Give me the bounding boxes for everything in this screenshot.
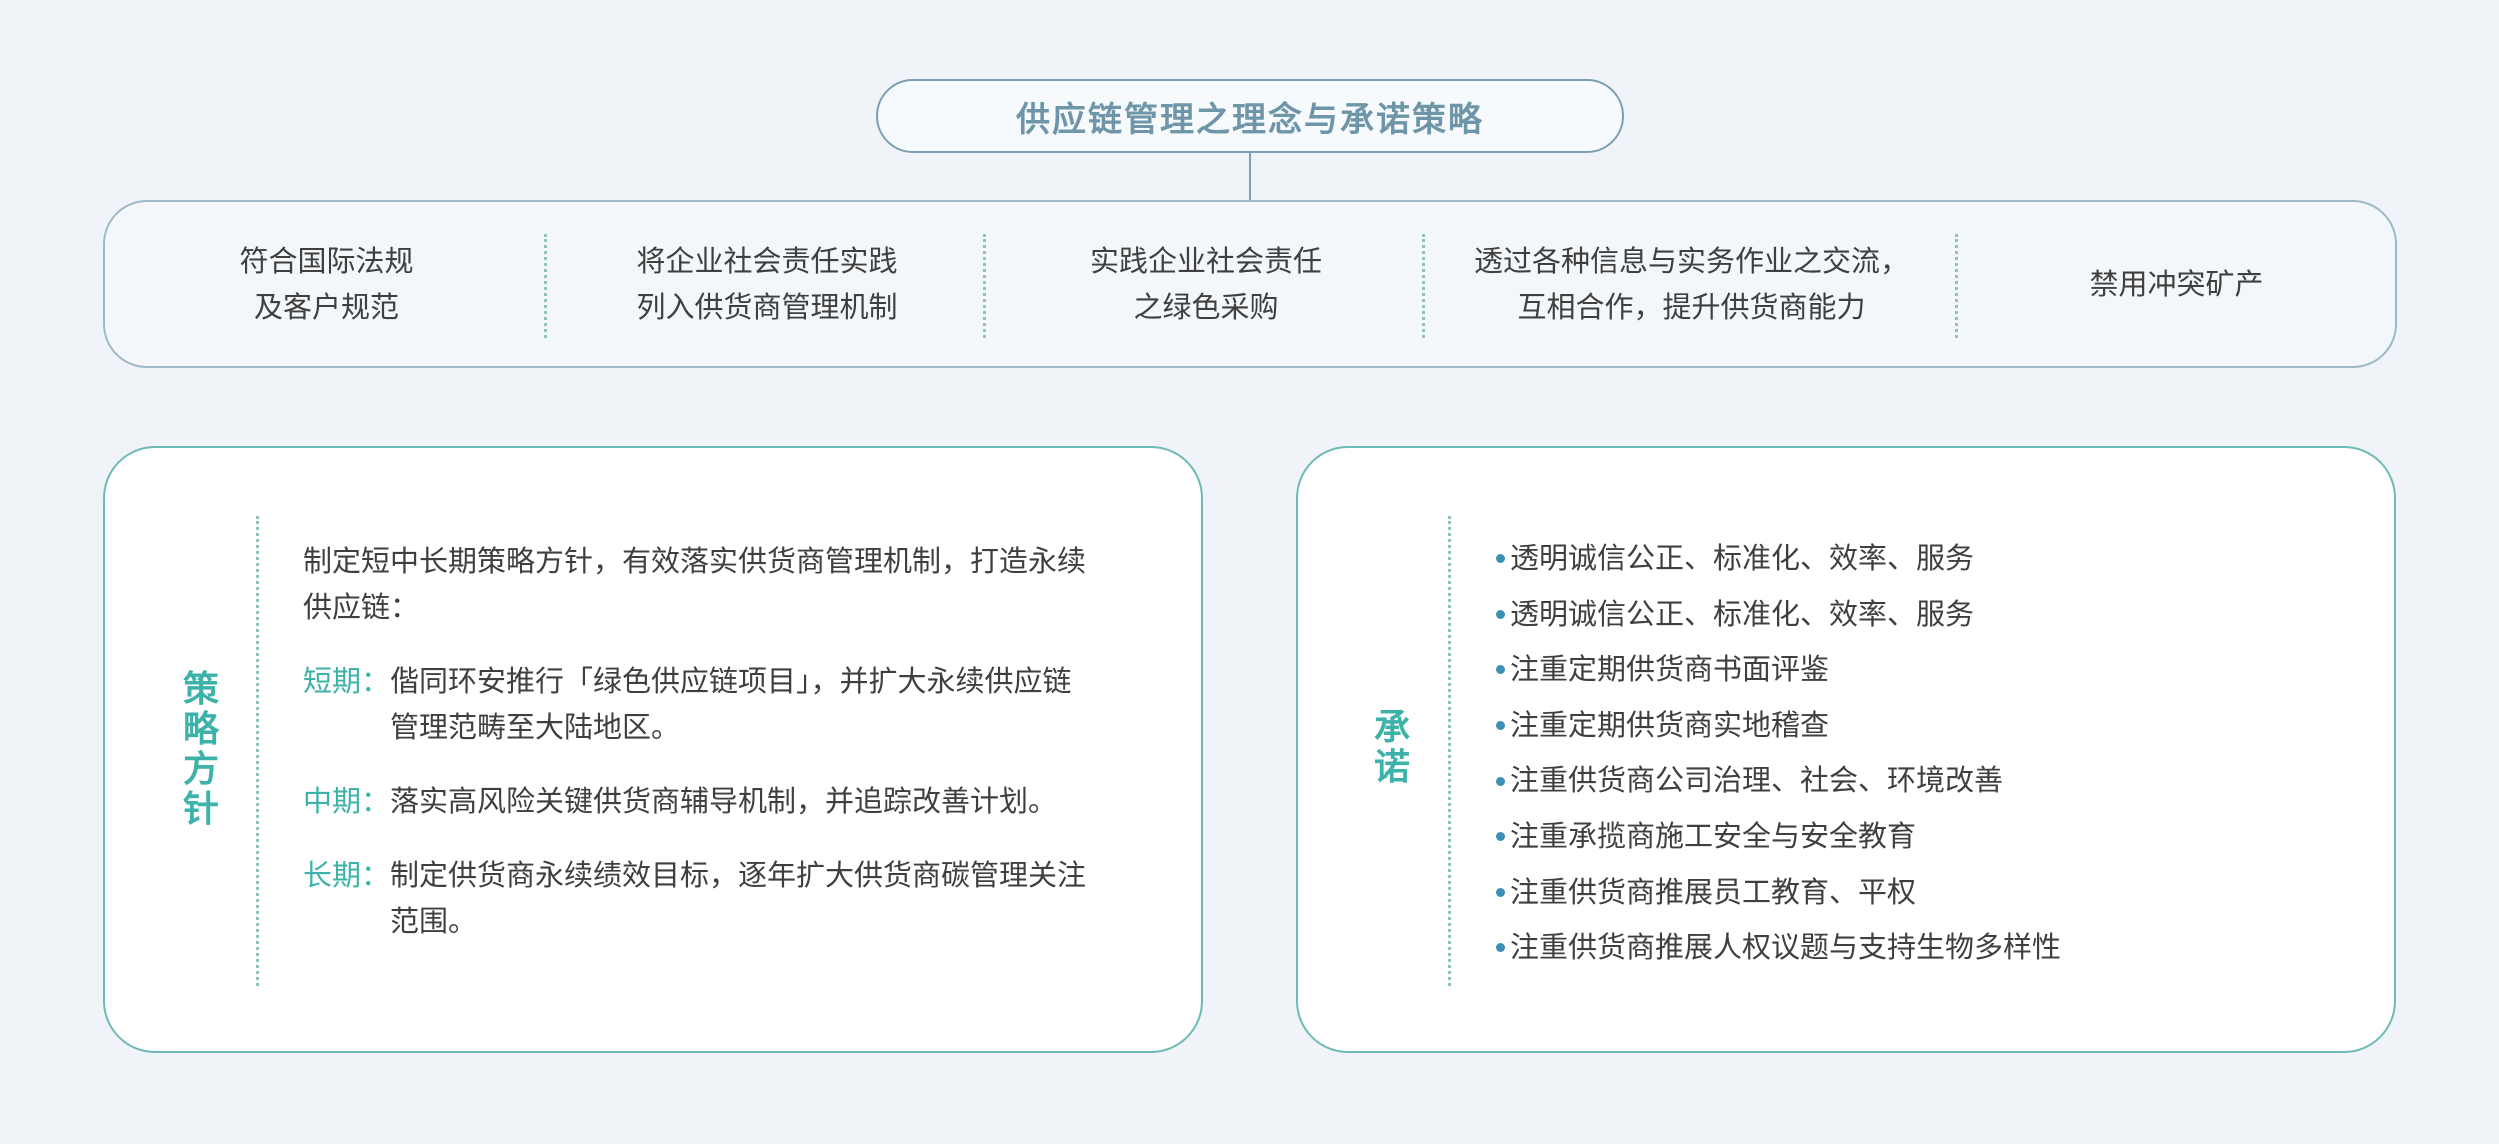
- commitment-text: 注重供货商公司治理、社会、环境改善: [1510, 763, 2004, 798]
- term-label: 短期：: [303, 664, 391, 698]
- principle-item: 透过各种信息与实务作业之交流， 互相合作，提升供货商能力: [1425, 202, 1958, 366]
- term-text: 偕同环安推行「绿色供应链项目」，并扩大永续供应链 管理范畴至大陆地区。: [390, 658, 1133, 750]
- term-text-line: 落实高风险关键供货商辅导机制，并追踪改善计划。: [390, 784, 1058, 818]
- list-item: 注重供货商推展人权议题与支持生物多样性: [1496, 920, 2061, 976]
- strategy-label: 策 略 方 针: [183, 670, 219, 830]
- list-item: 注重供货商推展员工教育、平权: [1496, 865, 2061, 921]
- principle-line: 实践企业社会责任: [1089, 244, 1322, 278]
- term-text-line: 范围。: [390, 904, 478, 938]
- principle-item: 符合国际法规 及客户规范: [105, 202, 548, 366]
- bullet-icon: [1496, 609, 1505, 619]
- list-item: 注重承揽商施工安全与安全教育: [1496, 809, 2061, 865]
- commitment-text: 透明诚信公正、标准化、效率、服务: [1510, 541, 1975, 575]
- list-item: 透明诚信公正、标准化、效率、服务: [1496, 531, 2061, 587]
- list-item: 注重定期供货商实地稽查: [1496, 698, 2061, 754]
- strategy-label-char: 针: [183, 789, 220, 830]
- strategy-card: 策 略 方 针 制定短中长期策略方针，有效落实供货商管理机制，打造永续 供应链：…: [103, 446, 1203, 1053]
- principle-line: 互相合作，提升供货商能力: [1517, 290, 1866, 324]
- principle-line: 符合国际法规: [239, 244, 414, 278]
- strategy-intro-line: 供应链：: [303, 590, 420, 624]
- principle-line: 将企业社会责任实践: [636, 244, 898, 278]
- title-connector-line: [1249, 153, 1251, 201]
- strategy-body: 制定短中长期策略方针，有效落实供货商管理机制，打造永续 供应链： 短期： 偕同环…: [303, 538, 1133, 972]
- strategy-intro: 制定短中长期策略方针，有效落实供货商管理机制，打造永续 供应链：: [303, 538, 1133, 630]
- principle-line: 透过各种信息与实务作业之交流，: [1473, 244, 1909, 278]
- commitment-text: 注重定期供货商书面评鉴: [1510, 652, 1830, 687]
- bullet-icon: [1496, 665, 1505, 675]
- commitment-text: 注重承揽商施工安全与安全教育: [1510, 818, 1917, 853]
- strategy-divider: [256, 516, 259, 986]
- term-text: 落实高风险关键供货商辅导机制，并追踪改善计划。: [390, 778, 1133, 824]
- principles-bar: 符合国际法规 及客户规范 将企业社会责任实践 列入供货商管理机制 实践企业社会责…: [103, 200, 2397, 368]
- commitment-text: 透明诚信公正、标准化、效率、服务: [1510, 596, 1975, 631]
- term-text: 制定供货商永续绩效目标，逐年扩大供货商碳管理关注 范围。: [390, 852, 1133, 944]
- bullet-icon: [1496, 554, 1505, 564]
- strategy-label-char: 策: [183, 669, 220, 710]
- commitment-label-char: 承: [1374, 707, 1411, 748]
- bullet-icon: [1496, 776, 1505, 786]
- commitment-divider: [1448, 516, 1451, 986]
- principle-line: 及客户规范: [253, 290, 399, 324]
- principle-divider: [544, 234, 547, 338]
- principle-line: 之绿色采购: [1133, 290, 1279, 324]
- term-label: 中期：: [303, 784, 391, 818]
- strategy-label-char: 略: [183, 709, 220, 750]
- commitment-label-char: 诺: [1374, 747, 1411, 788]
- strategy-label-char: 方: [183, 749, 220, 790]
- principle-item: 将企业社会责任实践 列入供货商管理机制: [548, 202, 986, 366]
- bullet-icon: [1496, 943, 1505, 953]
- diagram-title: 供应链管理之理念与承诺策略: [876, 79, 1624, 153]
- bullet-icon: [1496, 832, 1505, 842]
- list-item: 注重供货商公司治理、社会、环境改善: [1496, 753, 2061, 809]
- commitment-text: 注重供货商推展人权议题与支持生物多样性: [1510, 930, 2062, 965]
- bullet-icon: [1496, 721, 1505, 731]
- term-text-line: 偕同环安推行「绿色供应链项目」，并扩大永续供应链: [390, 664, 1072, 698]
- commitment-label: 承 诺: [1374, 708, 1410, 788]
- term-text-line: 制定供货商永续绩效目标，逐年扩大供货商碳管理关注: [390, 858, 1087, 892]
- principle-line: 列入供货商管理机制: [636, 290, 898, 324]
- commitment-text: 注重供货商推展员工教育、平权: [1510, 874, 1917, 909]
- strategy-term-long: 长期： 制定供货商永续绩效目标，逐年扩大供货商碳管理关注 范围。: [303, 852, 1133, 944]
- term-text-line: 管理范畴至大陆地区。: [390, 710, 681, 744]
- diagram-title-text: 供应链管理之理念与承诺策略: [1016, 99, 1484, 140]
- list-item: 注重定期供货商书面评鉴: [1496, 642, 2061, 698]
- principle-item: 禁用冲突矿产: [1958, 202, 2395, 366]
- strategy-term-short: 短期： 偕同环安推行「绿色供应链项目」，并扩大永续供应链 管理范畴至大陆地区。: [303, 658, 1133, 750]
- bullet-icon: [1496, 887, 1505, 897]
- principle-item: 实践企业社会责任 之绿色采购: [986, 202, 1426, 366]
- strategy-intro-line: 制定短中长期策略方针，有效落实供货商管理机制，打造永续: [303, 544, 1087, 578]
- commitment-text: 注重定期供货商实地稽查: [1510, 707, 1830, 742]
- strategy-term-mid: 中期： 落实高风险关键供货商辅导机制，并追踪改善计划。: [303, 778, 1133, 824]
- principle-line: 禁用冲突矿产: [2089, 267, 2264, 301]
- list-item: 透明诚信公正、标准化、效率、服务: [1496, 587, 2061, 643]
- term-label: 长期：: [303, 858, 391, 892]
- commitment-card: 承 诺 透明诚信公正、标准化、效率、服务 透明诚信公正、标准化、效率、服务 注重…: [1296, 446, 2396, 1053]
- commitment-list: 透明诚信公正、标准化、效率、服务 透明诚信公正、标准化、效率、服务 注重定期供货…: [1496, 531, 2061, 976]
